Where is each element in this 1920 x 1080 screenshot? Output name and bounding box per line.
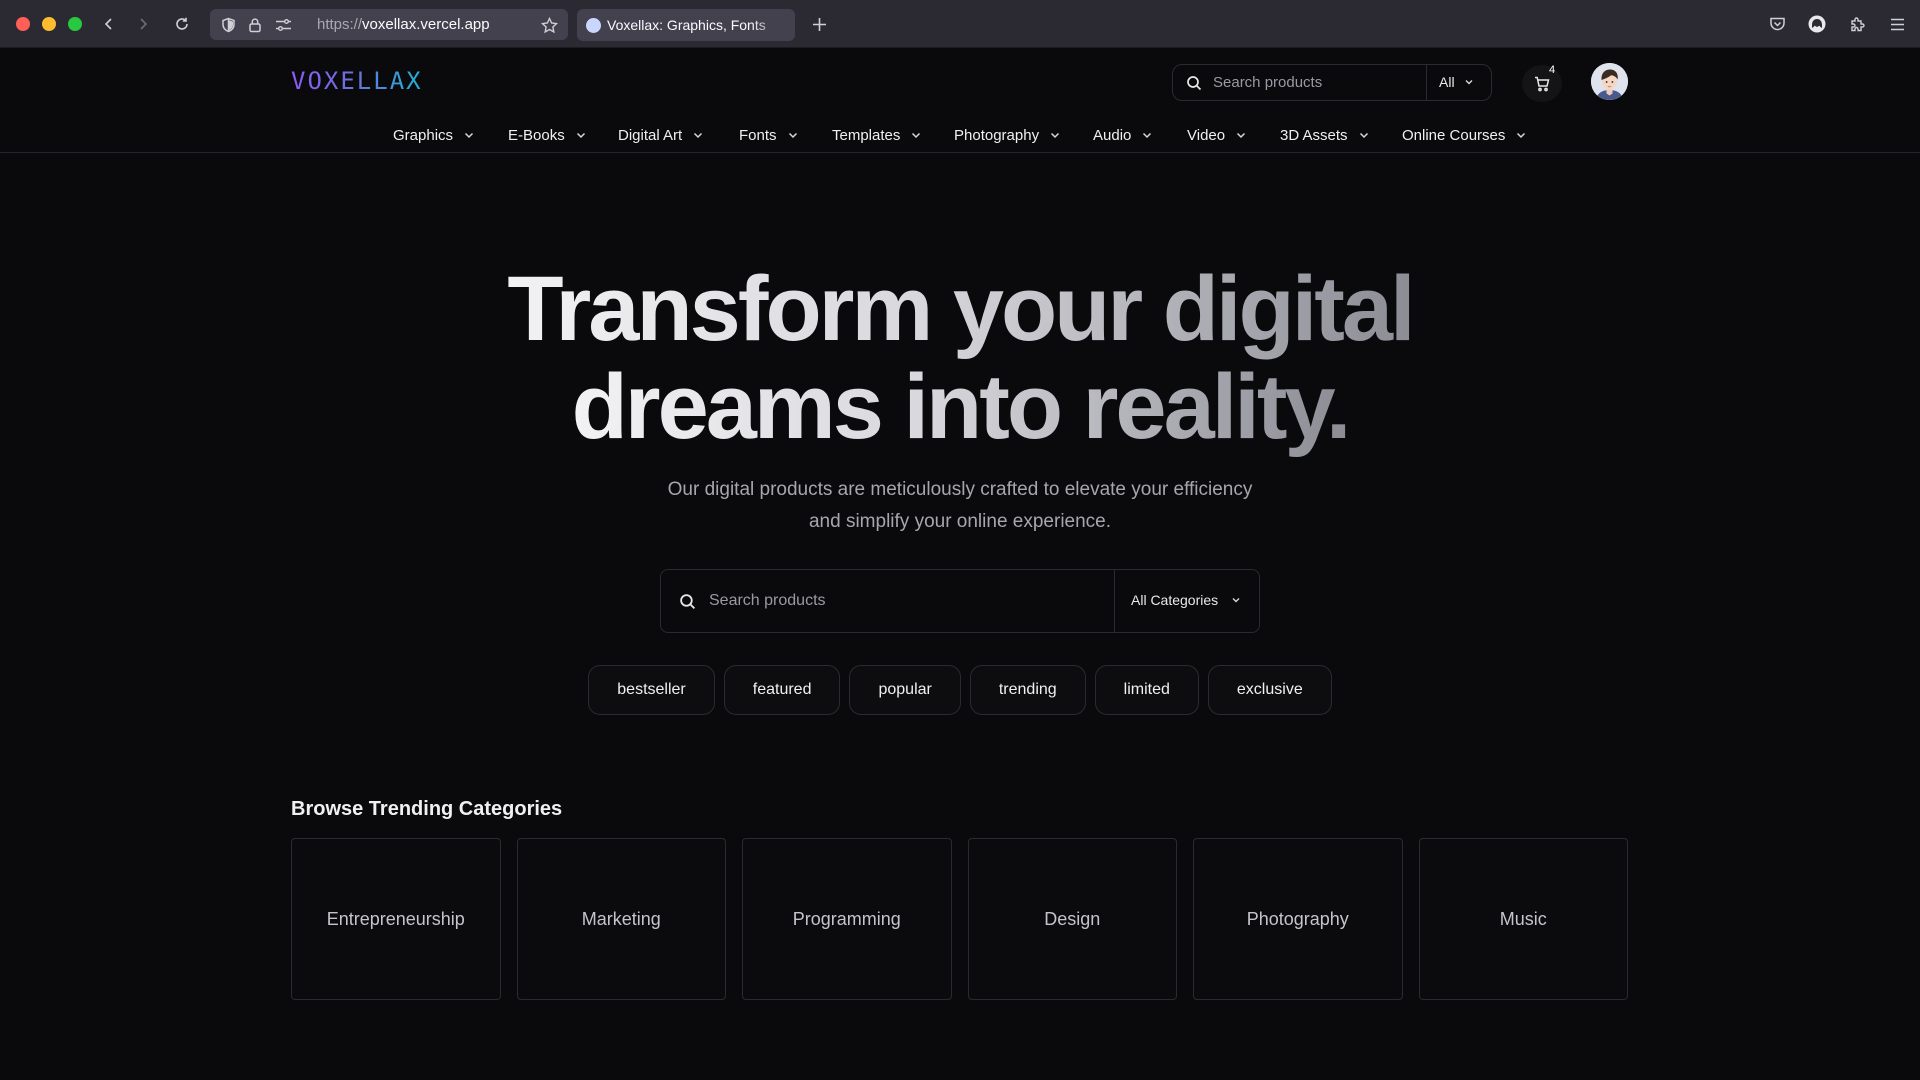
chevron-down-icon xyxy=(1232,598,1240,603)
forward-icon[interactable] xyxy=(131,12,155,36)
url-scheme: https:// xyxy=(317,16,363,33)
site-logo[interactable]: VOXELLAX xyxy=(291,67,423,95)
nav-item-label: Graphics xyxy=(393,126,454,144)
hero-title-text: Transform your digital xyxy=(507,258,1415,360)
category-card-entrepreneurship[interactable]: Entrepreneurship xyxy=(291,838,501,1000)
search-icon xyxy=(1186,75,1202,91)
nav-item-label: Photography xyxy=(954,126,1040,144)
nav-item-label: Video xyxy=(1187,126,1226,144)
chevron-down-icon xyxy=(788,132,797,139)
cart-count-badge: 4 xyxy=(1548,64,1556,76)
nav-item-digital-art[interactable]: Digital Art xyxy=(618,121,704,149)
address-bar[interactable]: https://voxellax.vercel.app xyxy=(210,9,568,40)
permissions-icon[interactable] xyxy=(274,16,292,34)
search-scope-label: All xyxy=(1439,74,1455,90)
nav-item-graphics[interactable]: Graphics xyxy=(393,121,475,149)
chevron-down-icon xyxy=(1237,132,1246,139)
chevron-down-icon xyxy=(1517,132,1526,139)
nav-item-label: Fonts xyxy=(739,126,777,144)
avatar[interactable] xyxy=(1591,63,1628,100)
chevron-down-icon xyxy=(1465,80,1473,85)
nav-item-e-books[interactable]: E-Books xyxy=(508,121,587,149)
nav-item-photography[interactable]: Photography xyxy=(954,121,1061,149)
chevron-down-icon xyxy=(1359,132,1368,139)
back-icon[interactable] xyxy=(97,12,121,36)
section-title: Browse Trending Categories xyxy=(291,798,563,820)
header-search-scope-select[interactable]: All xyxy=(1439,74,1475,90)
nav-item-audio[interactable]: Audio xyxy=(1093,121,1153,149)
chevron-down-icon xyxy=(1051,132,1060,139)
browser-tab[interactable]: Voxellax: Graphics, Fonts xyxy=(577,9,795,41)
category-grid: Entrepreneurship Marketing Programming D… xyxy=(291,838,1628,1000)
category-card-music[interactable]: Music xyxy=(1418,838,1628,1000)
search-icon xyxy=(679,593,696,610)
category-nav: Graphics E-Books Digital Art Fonts Templ… xyxy=(0,121,1920,149)
browser-toolbar: https://voxellax.vercel.app Voxellax: Gr… xyxy=(0,0,1920,48)
tag-popular[interactable]: popular xyxy=(849,665,961,715)
hero-title: Transform your digital dreams into reali… xyxy=(0,260,1920,456)
new-tab-icon[interactable] xyxy=(808,13,830,35)
category-select[interactable]: All Categories xyxy=(1131,592,1242,608)
url-text[interactable]: https://voxellax.vercel.app xyxy=(317,16,490,33)
nav-item-templates[interactable]: Templates xyxy=(832,121,922,149)
hero-search-input[interactable] xyxy=(709,571,1109,631)
hero-subtitle: Our digital products are meticulously cr… xyxy=(667,479,1253,532)
search-divider xyxy=(1114,570,1115,632)
nav-item-label: Templates xyxy=(832,126,901,144)
window-controls xyxy=(16,17,82,31)
nav-item-label: 3D Assets xyxy=(1280,126,1348,144)
hero-search: All Categories xyxy=(660,569,1260,633)
chevron-down-icon xyxy=(1143,132,1152,139)
nav-item-3d-assets[interactable]: 3D Assets xyxy=(1280,121,1370,149)
account-icon[interactable] xyxy=(1805,12,1829,36)
tag-list: bestseller featured popular trending lim… xyxy=(0,665,1920,715)
close-window-button[interactable] xyxy=(16,17,30,31)
url-host: voxellax.vercel.app xyxy=(362,16,490,33)
zoom-window-button[interactable] xyxy=(68,17,82,31)
category-card-photography[interactable]: Photography xyxy=(1193,838,1403,1000)
tag-limited[interactable]: limited xyxy=(1094,665,1199,715)
tag-featured[interactable]: featured xyxy=(723,665,841,715)
nav-item-video[interactable]: Video xyxy=(1187,121,1247,149)
lock-icon[interactable] xyxy=(246,16,264,34)
nav-item-fonts[interactable]: Fonts xyxy=(739,121,799,149)
reload-icon[interactable] xyxy=(170,12,194,36)
chevron-down-icon xyxy=(912,132,921,139)
hero-title-line-1: Transform your digital xyxy=(0,260,1920,358)
site-header: VOXELLAX All 4 Graphics E-Books Digital xyxy=(0,48,1920,153)
menu-icon[interactable] xyxy=(1885,12,1909,36)
category-select-label: All Categories xyxy=(1131,592,1219,608)
nav-item-label: Digital Art xyxy=(618,126,683,144)
bookmark-star-icon[interactable] xyxy=(540,16,558,34)
chevron-down-icon xyxy=(576,132,585,139)
search-divider xyxy=(1426,65,1427,100)
hero-title-line-2: dreams into reality. xyxy=(0,358,1920,456)
shield-icon[interactable] xyxy=(219,16,237,34)
nav-item-online-courses[interactable]: Online Courses xyxy=(1402,121,1527,149)
nav-item-label: Online Courses xyxy=(1402,126,1506,144)
tab-title: Voxellax: Graphics, Fonts xyxy=(607,17,766,33)
category-card-marketing[interactable]: Marketing xyxy=(516,838,726,1000)
chevron-down-icon xyxy=(694,132,703,139)
extensions-icon[interactable] xyxy=(1845,12,1869,36)
tag-trending[interactable]: trending xyxy=(969,665,1086,715)
header-search: All xyxy=(1172,64,1492,101)
hero-title-text: dreams into reality. xyxy=(571,356,1352,458)
nav-item-label: E-Books xyxy=(508,126,565,144)
category-card-programming[interactable]: Programming xyxy=(742,838,952,1000)
header-search-input[interactable] xyxy=(1213,66,1397,99)
chevron-down-icon xyxy=(465,132,474,139)
tag-exclusive[interactable]: exclusive xyxy=(1207,665,1332,715)
pocket-icon[interactable] xyxy=(1765,12,1789,36)
tag-bestseller[interactable]: bestseller xyxy=(588,665,715,715)
favicon-icon xyxy=(586,18,601,33)
nav-item-label: Audio xyxy=(1093,126,1132,144)
category-card-design[interactable]: Design xyxy=(967,838,1177,1000)
minimize-window-button[interactable] xyxy=(42,17,56,31)
